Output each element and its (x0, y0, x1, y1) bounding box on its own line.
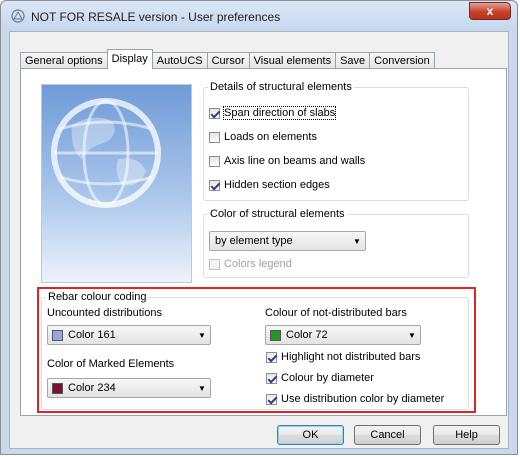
axis-line-checkbox[interactable]: Axis line on beams and walls (209, 155, 365, 167)
checkbox-label: Loads on elements (224, 131, 317, 143)
title-bar[interactable]: NOT FOR RESALE version - User preference… (1, 1, 517, 31)
checkbox-label: Colors legend (224, 258, 292, 270)
colors-legend-checkbox[interactable]: Colors legend (209, 258, 292, 270)
chevron-down-icon: ▼ (353, 236, 361, 246)
window-title: NOT FOR RESALE version - User preference… (31, 10, 281, 24)
checkbox-label: Span direction of slabs (222, 106, 337, 120)
tab-autoucs[interactable]: AutoUCS (151, 52, 208, 69)
checkbox-icon (209, 179, 220, 191)
checkbox-icon (209, 258, 220, 270)
loads-on-elements-checkbox[interactable]: Loads on elements (209, 131, 317, 143)
select-value: by element type (215, 235, 293, 247)
close-icon: x (486, 4, 494, 18)
preview-image (41, 84, 192, 283)
checkbox-icon (209, 131, 220, 143)
highlight-annotation (37, 287, 476, 413)
tab-conversion[interactable]: Conversion (369, 52, 435, 69)
tab-cursor[interactable]: Cursor (206, 52, 250, 69)
cancel-button[interactable]: Cancel (354, 425, 421, 445)
tab-strip: General options Display AutoUCS Cursor V… (20, 49, 435, 69)
globe-icon (51, 98, 161, 208)
color-structural-legend: Color of structural elements (210, 208, 345, 220)
tab-save[interactable]: Save (335, 52, 371, 69)
tab-visual-elements[interactable]: Visual elements (248, 52, 337, 69)
checkbox-label: Hidden section edges (224, 179, 330, 191)
app-icon (11, 9, 25, 23)
span-direction-checkbox[interactable]: Span direction of slabs (209, 106, 337, 120)
checkbox-label: Axis line on beams and walls (224, 155, 366, 167)
checkbox-icon (209, 155, 220, 167)
checkbox-icon (209, 107, 220, 119)
element-color-mode-select[interactable]: by element type ▼ (209, 231, 366, 251)
help-button[interactable]: Help (433, 425, 500, 445)
ok-button[interactable]: OK (277, 425, 344, 445)
tab-display[interactable]: Display (106, 49, 153, 69)
hidden-section-edges-checkbox[interactable]: Hidden section edges (209, 179, 330, 191)
close-button[interactable]: x (469, 2, 511, 20)
tab-general-options[interactable]: General options (20, 52, 108, 69)
details-legend: Details of structural elements (210, 81, 352, 93)
